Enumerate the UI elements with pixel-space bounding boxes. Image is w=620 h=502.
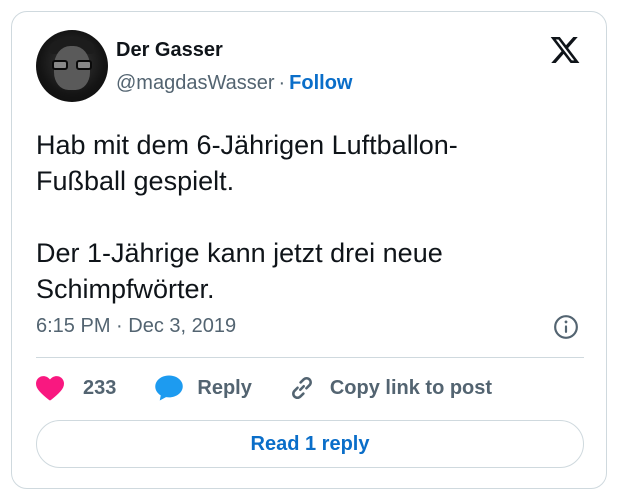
read-replies-button[interactable]: Read 1 reply [36,420,584,468]
heart-icon [36,376,64,401]
like-button[interactable]: 233 [36,375,116,401]
reply-button[interactable]: Reply [154,374,252,402]
speech-bubble-icon [155,375,184,401]
author-handle[interactable]: @magdasWasser [116,72,275,94]
info-icon[interactable] [553,314,579,340]
follow-button[interactable]: Follow [289,72,352,94]
read-replies-label: Read 1 reply [250,432,370,455]
tweet-timestamp[interactable]: 6:15 PM · Dec 3, 2019 [36,314,236,338]
avatar[interactable] [36,30,108,102]
copy-link-button[interactable]: Copy link to post [288,374,492,402]
author-handle-row: @magdasWasser · Follow [116,71,353,95]
action-bar: 233 Reply Copy link to post [36,372,492,404]
author-name[interactable]: Der Gasser [116,39,223,61]
avatar-glasses [52,60,92,70]
reply-label: Reply [197,376,252,399]
x-logo-icon[interactable] [548,34,582,66]
tweet-text: Hab mit dem 6-Jährigen Luftballon- Fußba… [36,130,458,304]
like-count: 233 [83,376,117,399]
link-icon [291,376,312,400]
handle-separator: · [278,72,286,94]
copy-link-label: Copy link to post [329,376,493,399]
tweet-card: Der Gasser @magdasWasser · Follow Hab mit … [11,11,607,489]
divider [36,357,584,358]
